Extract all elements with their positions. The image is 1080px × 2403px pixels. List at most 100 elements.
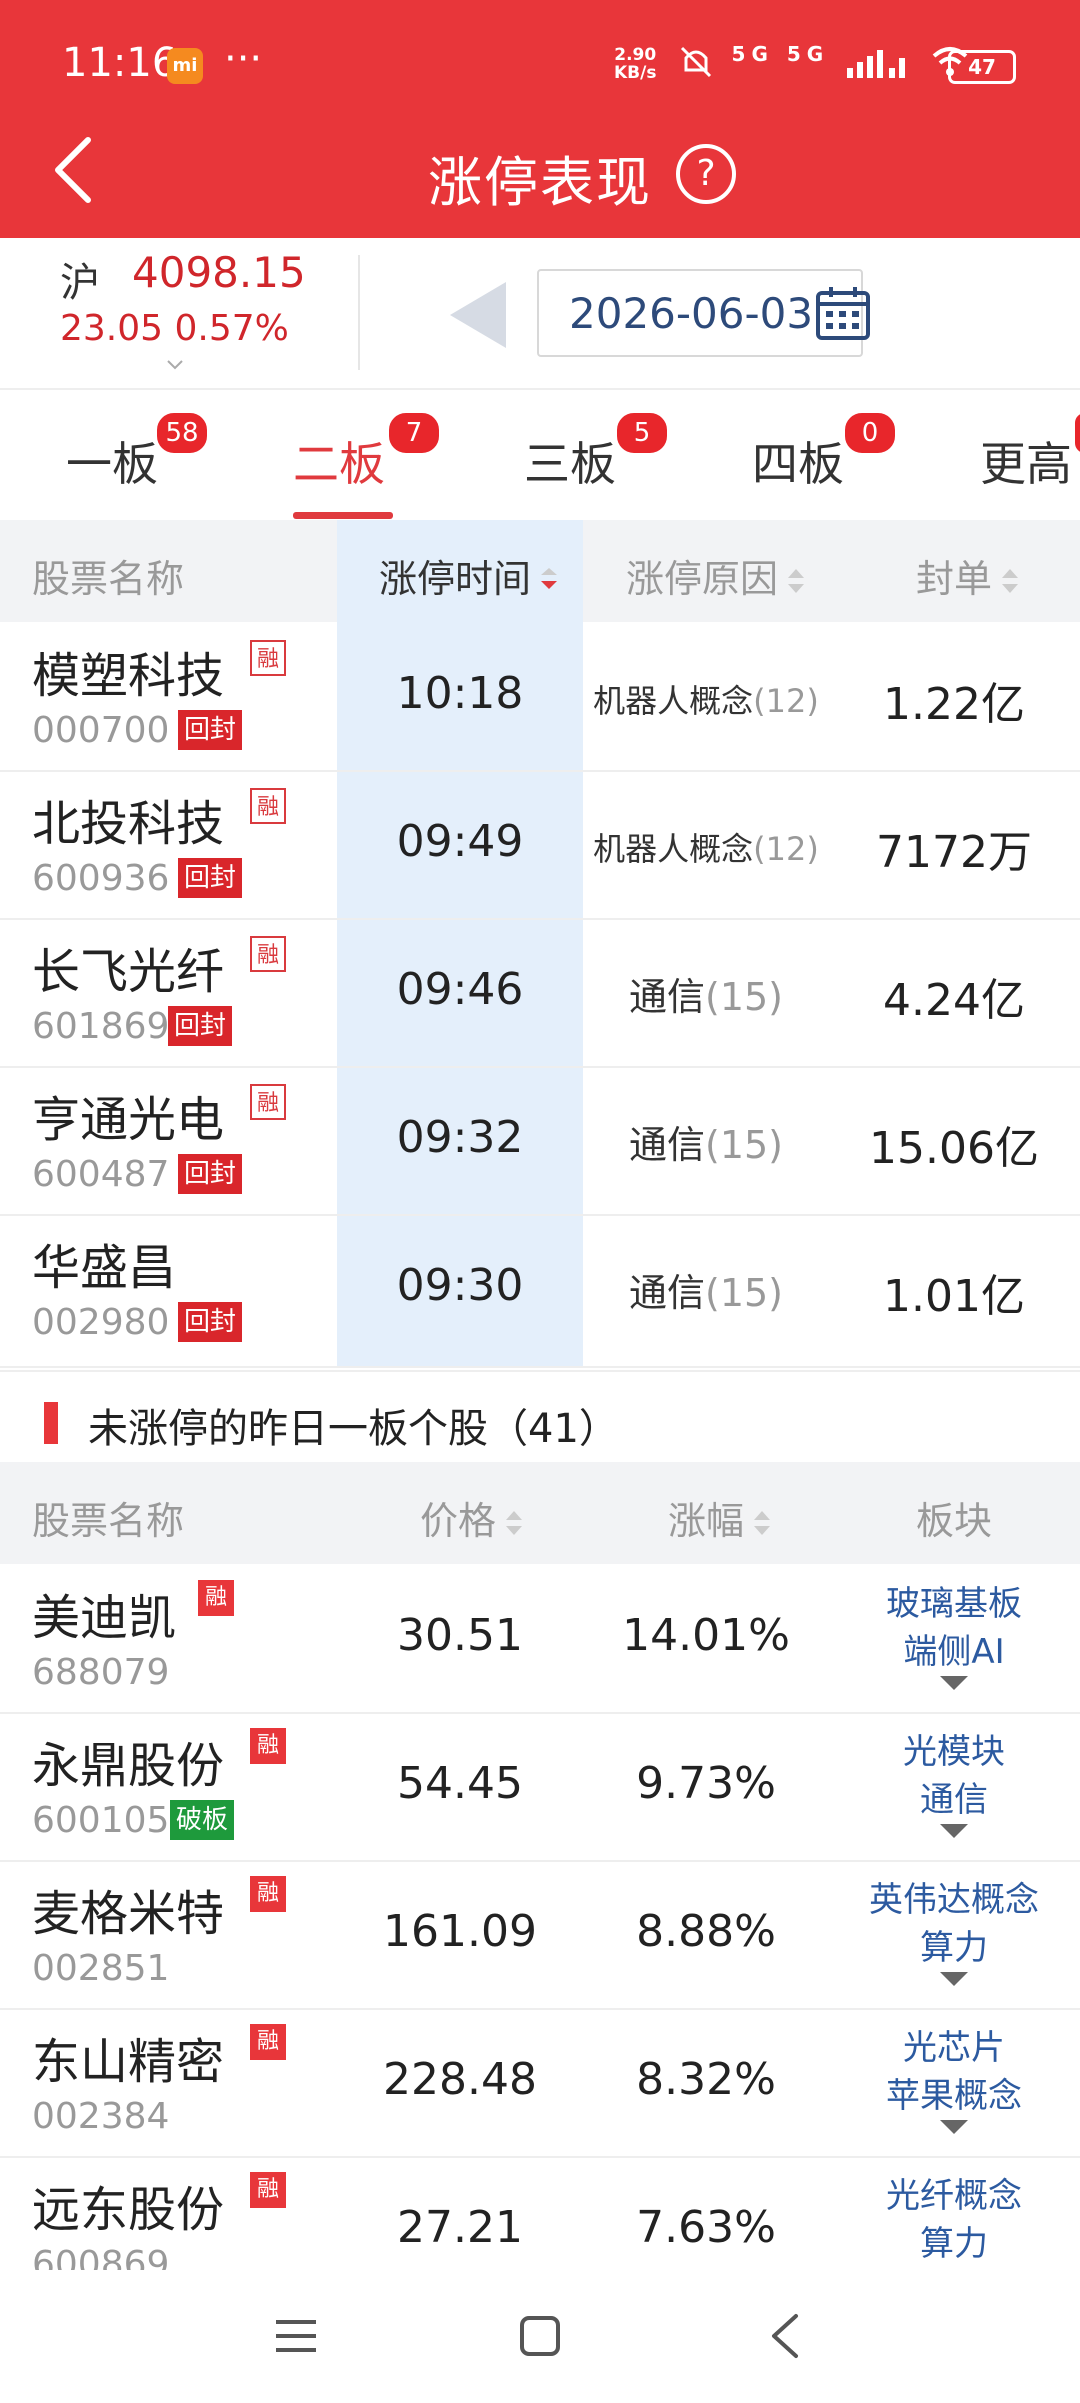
reseal-tag: 回封	[168, 1006, 233, 1046]
price: 228.48	[383, 2054, 537, 2105]
battery-icon: 47	[948, 50, 1016, 84]
stock-name: 模塑科技	[32, 648, 225, 704]
tab-second-board[interactable]: 二板	[293, 428, 385, 494]
limit-reason[interactable]: 通信(15)	[583, 966, 829, 1021]
reseal-tag: 回封	[178, 1302, 243, 1342]
price: 161.09	[383, 1906, 537, 1957]
margin-tag: 融	[250, 640, 286, 676]
change-pct: 8.88%	[636, 1906, 776, 1957]
tab-badge: 58	[154, 410, 210, 456]
stock-name: 亨通光电	[32, 1092, 225, 1148]
stock-name: 长飞光纤	[32, 944, 225, 1000]
limit-time: 09:30	[396, 1260, 524, 1311]
signal-bars-icon	[846, 50, 905, 78]
seal-amount: 1.01亿	[883, 1271, 1025, 1322]
limit-time: 09:49	[396, 816, 524, 867]
index-change[interactable]: 23.05 0.57%	[60, 308, 289, 349]
reseal-tag: 回封	[178, 710, 243, 750]
active-tab-indicator	[293, 512, 393, 519]
margin-tag: 融	[250, 2172, 286, 2208]
chevron-down-icon[interactable]	[166, 356, 184, 374]
margin-tag: 融	[250, 788, 286, 824]
col-limit-reason[interactable]: 涨停原因	[626, 548, 806, 603]
change-pct: 7.63%	[636, 2202, 776, 2253]
stock-code: 600105	[32, 1800, 170, 1841]
stock-code: 600487	[32, 1154, 170, 1195]
col-price[interactable]: 价格	[420, 1490, 524, 1545]
stock-name: 华盛昌	[32, 1240, 177, 1296]
stock-code: 002384	[32, 2096, 170, 2137]
index-value[interactable]: 4098.15	[132, 248, 306, 297]
stock-code: 002980	[32, 1302, 170, 1343]
tab-badge: 7	[386, 410, 442, 456]
signal-icons: 5G 5G	[676, 42, 970, 82]
margin-tag: 融	[250, 2024, 286, 2060]
reseal-tag: 回封	[178, 1154, 243, 1194]
limit-time: 09:32	[396, 1112, 524, 1163]
sector-tags[interactable]: 光模块 通信	[829, 1728, 1079, 1838]
tab-higher-board[interactable]: 更高	[980, 428, 1072, 494]
col-stock-name: 股票名称	[32, 557, 185, 601]
price: 27.21	[397, 2202, 523, 2253]
status-bar: 11:16 mi ··· 2.90 KB/s 5G 5G 47	[0, 0, 1080, 130]
menu-icon[interactable]	[274, 2314, 318, 2358]
sector-tags[interactable]: 玻璃基板 端侧AI	[829, 1580, 1079, 1690]
margin-tag: 融	[250, 936, 286, 972]
more-notifications-icon: ···	[224, 36, 263, 82]
margin-tag: 融	[198, 1580, 234, 1616]
stock-name: 东山精密	[32, 2034, 225, 2090]
limit-time: 09:46	[396, 964, 524, 1015]
price: 54.45	[397, 1758, 523, 1809]
tab-badge: 0	[842, 410, 898, 456]
sort-desc-icon	[541, 567, 558, 589]
change-pct: 8.32%	[636, 2054, 776, 2105]
date-picker[interactable]: 2026-06-03	[537, 269, 870, 357]
tab-badge: 5	[614, 410, 670, 456]
section-title: 未涨停的昨日一板个股（41）	[88, 1406, 619, 1452]
cellular-signal-icon: 5G 5G	[731, 42, 830, 66]
tab-fourth-board[interactable]: 四板	[752, 428, 844, 494]
price: 30.51	[397, 1610, 523, 1661]
change-pct: 9.73%	[636, 1758, 776, 1809]
network-speed: 2.90 KB/s	[614, 45, 657, 83]
limit-reason[interactable]: 通信(15)	[583, 1262, 829, 1317]
stock-name: 北投科技	[32, 796, 225, 852]
limit-reason[interactable]: 通信(15)	[583, 1114, 829, 1169]
tab-first-board[interactable]: 一板	[66, 428, 158, 494]
seal-amount: 15.06亿	[869, 1123, 1039, 1174]
stock-name: 麦格米特	[32, 1886, 225, 1942]
sector-tags[interactable]: 英伟达概念 算力	[829, 1876, 1079, 1986]
col-sector: 板块	[916, 1499, 993, 1543]
limit-time: 10:18	[396, 668, 524, 719]
limit-reason[interactable]: 机器人概念(12)	[583, 824, 829, 870]
page-title: 涨停表现	[428, 151, 652, 214]
stock-name: 永鼎股份	[32, 1738, 225, 1794]
divider	[358, 255, 360, 370]
stock-code: 002851	[32, 1948, 170, 1989]
stock-code: 600936	[32, 858, 170, 899]
sort-icon	[506, 1510, 523, 1535]
limit-reason[interactable]: 机器人概念(12)	[583, 676, 829, 722]
back-icon[interactable]	[766, 2312, 802, 2360]
sector-tags[interactable]: 光纤概念 算力	[829, 2172, 1079, 2270]
section-marker	[44, 1402, 58, 1444]
seal-amount: 4.24亿	[883, 975, 1025, 1026]
stock-name: 美迪凯	[32, 1590, 177, 1646]
sort-icon	[1002, 568, 1019, 593]
sort-icon	[754, 1510, 771, 1535]
help-icon[interactable]: ?	[676, 144, 736, 204]
date-value: 2026-06-03	[569, 289, 814, 338]
stock-code: 600869	[32, 2244, 170, 2270]
expand-icon	[940, 1676, 968, 1690]
sector-tags[interactable]: 光芯片 苹果概念	[829, 2024, 1079, 2134]
index-name[interactable]: 沪	[60, 250, 100, 308]
margin-tag: 融	[250, 1876, 286, 1912]
tab-third-board[interactable]: 三板	[524, 428, 616, 494]
col-seal-order[interactable]: 封单	[916, 548, 1020, 603]
col-limit-time[interactable]: 涨停时间	[379, 548, 559, 603]
system-nav-bar	[0, 2270, 1080, 2403]
home-icon[interactable]	[518, 2314, 562, 2358]
previous-day-arrow-icon[interactable]	[448, 280, 508, 350]
col-change-pct[interactable]: 涨幅	[668, 1490, 772, 1545]
status-time: 11:16	[62, 40, 178, 86]
